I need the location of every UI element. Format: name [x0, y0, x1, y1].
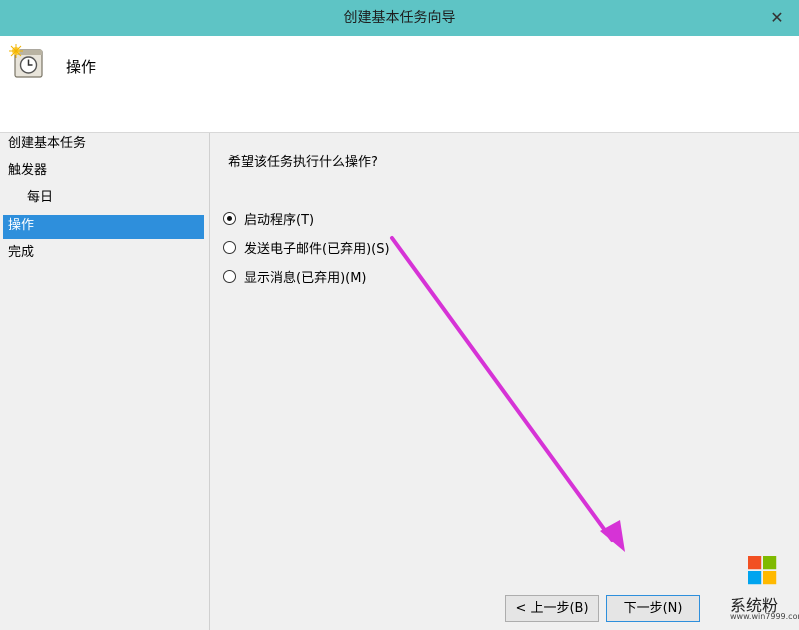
back-button[interactable]: < 上一步(B): [505, 595, 599, 622]
arrow-shaft: [390, 236, 614, 542]
next-button[interactable]: 下一步(N): [606, 595, 700, 622]
annotation-arrow: [390, 236, 625, 552]
watermark-url: www.win7999.com: [730, 612, 799, 621]
windows-logo-icon: [748, 556, 777, 585]
arrow-head: [600, 520, 625, 552]
